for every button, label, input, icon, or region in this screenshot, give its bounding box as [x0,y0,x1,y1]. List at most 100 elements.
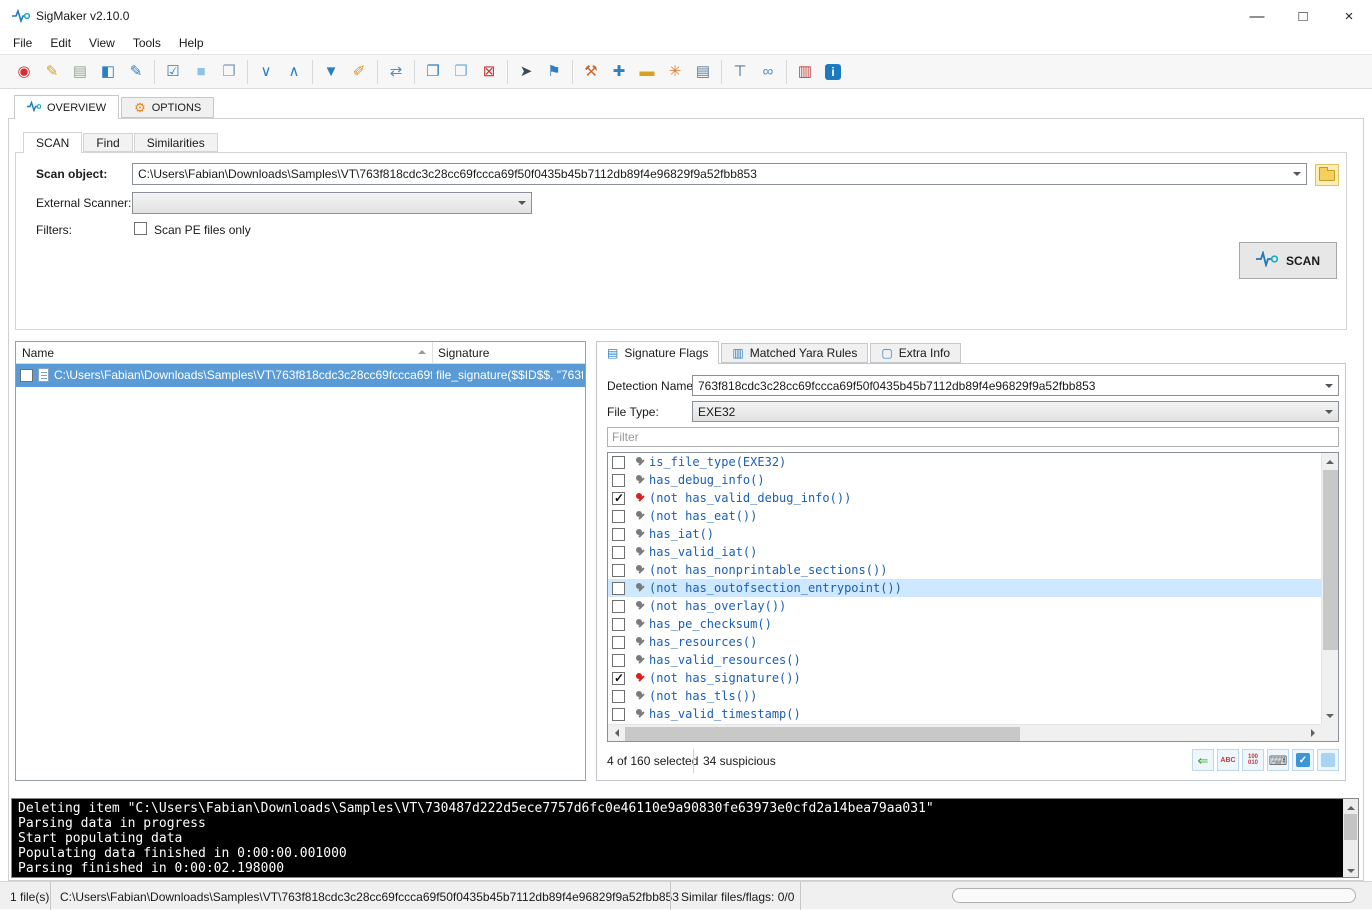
flag-checkbox[interactable] [612,600,625,613]
flag-row[interactable]: (not has_tls()) [608,687,1321,705]
flag-row[interactable]: has_valid_timestamp() [608,705,1321,723]
flag-row[interactable]: (not has_signature()) [608,669,1321,687]
info-button[interactable]: i [820,59,846,85]
keyboard-button[interactable]: ⌨ [1267,749,1289,771]
binary-button[interactable]: 100 010 [1242,749,1264,771]
dropdown-arrow-icon[interactable] [1288,164,1306,184]
pencil-button[interactable]: ✎ [39,59,65,85]
detection-name-combobox[interactable]: 763f818cdc3c28cc69fccca69f50f0435b45b711… [692,375,1339,396]
scrollbar-thumb[interactable] [625,727,1020,741]
uncheck-all-button[interactable]: ■ [188,59,214,85]
log-panel[interactable]: Deleting item "C:\Users\Fabian\Downloads… [11,798,1359,878]
pe-only-checkbox[interactable] [134,222,147,235]
flag-checkbox[interactable] [612,564,625,577]
column-name[interactable]: Name [22,346,54,360]
table-row[interactable]: C:\Users\Fabian\Downloads\Samples\VT\763… [16,364,585,387]
flag-row[interactable]: has_pe_checksum() [608,615,1321,633]
flag-row[interactable]: (not has_eat()) [608,507,1321,525]
flag-checkbox[interactable] [612,528,625,541]
flag-checkbox[interactable] [612,474,625,487]
refresh-button[interactable]: ⇄ [383,59,409,85]
signature-button[interactable]: ➤ [513,59,539,85]
flag-row[interactable]: has_iat() [608,525,1321,543]
vertical-scrollbar[interactable] [1321,453,1338,724]
scroll-down-icon[interactable] [1322,707,1339,724]
copy-file-button[interactable]: ❐ [420,59,446,85]
remove-file-button[interactable]: ⊠ [476,59,502,85]
scroll-left-icon[interactable] [608,725,625,742]
flag-checkbox[interactable] [612,654,625,667]
dropdown-arrow-icon[interactable] [513,193,531,213]
menu-help[interactable]: Help [170,33,213,53]
scroll-right-icon[interactable] [1304,725,1321,742]
horizontal-scrollbar[interactable] [608,724,1321,741]
scroll-down-icon[interactable] [1343,862,1358,877]
flag-checkbox[interactable] [612,618,625,631]
tab-signature-flags[interactable]: ▤ Signature Flags [596,341,719,364]
menu-view[interactable]: View [80,33,124,53]
invert-selection-button[interactable]: ❐ [216,59,242,85]
log-book-button[interactable]: ▥ [792,59,818,85]
flag-checkbox[interactable] [612,582,625,595]
deselect-all-flags-button[interactable] [1317,749,1339,771]
flag-row[interactable]: has_resources() [608,633,1321,651]
flag-row[interactable]: has_valid_resources() [608,651,1321,669]
flag-checkbox[interactable] [612,636,625,649]
flag-row[interactable]: has_valid_iat() [608,543,1321,561]
dropdown-arrow-icon[interactable] [1320,402,1338,421]
close-button[interactable]: × [1326,0,1372,32]
flag-row[interactable]: is_file_type(EXE32) [608,453,1321,471]
maximize-button[interactable]: □ [1280,0,1326,32]
file-type-combobox[interactable]: EXE32 [692,401,1339,422]
clipboard-button[interactable]: ▤ [67,59,93,85]
flag-checkbox[interactable] [612,546,625,559]
flag-row[interactable]: (not has_overlay()) [608,597,1321,615]
flag-row[interactable]: has_debug_info() [608,471,1321,489]
tab-overview[interactable]: OVERVIEW [14,95,119,119]
flag-checkbox[interactable] [612,672,625,685]
check-all-button[interactable]: ☑ [160,59,186,85]
row-checkbox[interactable] [20,369,33,382]
tab-similarities[interactable]: Similarities [134,133,218,152]
flag-checkbox[interactable] [612,690,625,703]
select-all-flags-button[interactable]: ✓ [1292,749,1314,771]
scan-button[interactable]: SCAN [1239,242,1337,279]
pin-tool-button[interactable]: ⊤ [727,59,753,85]
dropdown-arrow-icon[interactable] [1320,376,1338,395]
flag-filter-input[interactable] [607,427,1339,447]
menu-file[interactable]: File [4,33,41,53]
tools-button[interactable]: ⚒ [578,59,604,85]
scroll-up-icon[interactable] [1343,799,1358,814]
clean-button[interactable]: ✐ [346,59,372,85]
tab-extra-info[interactable]: ▢ Extra Info [870,343,961,363]
scrollbar-thumb[interactable] [1344,814,1357,840]
flag-row[interactable]: (not has_nonprintable_sections()) [608,561,1321,579]
flag-button[interactable]: ⚑ [541,59,567,85]
column-signature[interactable]: Signature [438,346,489,360]
tab-find[interactable]: Find [83,133,132,152]
scrollbar-thumb[interactable] [1323,470,1338,650]
menu-edit[interactable]: Edit [41,33,80,53]
power-button[interactable]: ◉ [11,59,37,85]
tab-options[interactable]: ⚙ OPTIONS [121,97,214,118]
chevron-up-button[interactable]: ∧ [281,59,307,85]
abc-button[interactable]: ABC [1217,749,1239,771]
minimize-button[interactable]: — [1234,0,1280,32]
settings-sun-button[interactable]: ✳ [662,59,688,85]
gold-bar-button[interactable]: ▬ [634,59,660,85]
tab-scan[interactable]: SCAN [23,132,82,153]
move-button[interactable]: ✚ [606,59,632,85]
flag-row[interactable]: (not has_valid_debug_info()) [608,489,1321,507]
tab-matched-yara-rules[interactable]: ▥ Matched Yara Rules [721,343,868,363]
scroll-up-icon[interactable] [1322,453,1339,470]
log-scrollbar[interactable] [1343,799,1358,877]
clear-filter-button[interactable]: ▼ [318,59,344,85]
scan-object-combobox[interactable]: C:\Users\Fabian\Downloads\Samples\VT\763… [132,163,1307,185]
flag-checkbox[interactable] [612,456,625,469]
chevron-down-button[interactable]: ∨ [253,59,279,85]
copy-files-button[interactable]: ❐ [448,59,474,85]
browse-folder-button[interactable] [1315,164,1339,186]
menu-tools[interactable]: Tools [124,33,170,53]
external-scanner-combobox[interactable] [132,192,532,214]
flag-checkbox[interactable] [612,510,625,523]
